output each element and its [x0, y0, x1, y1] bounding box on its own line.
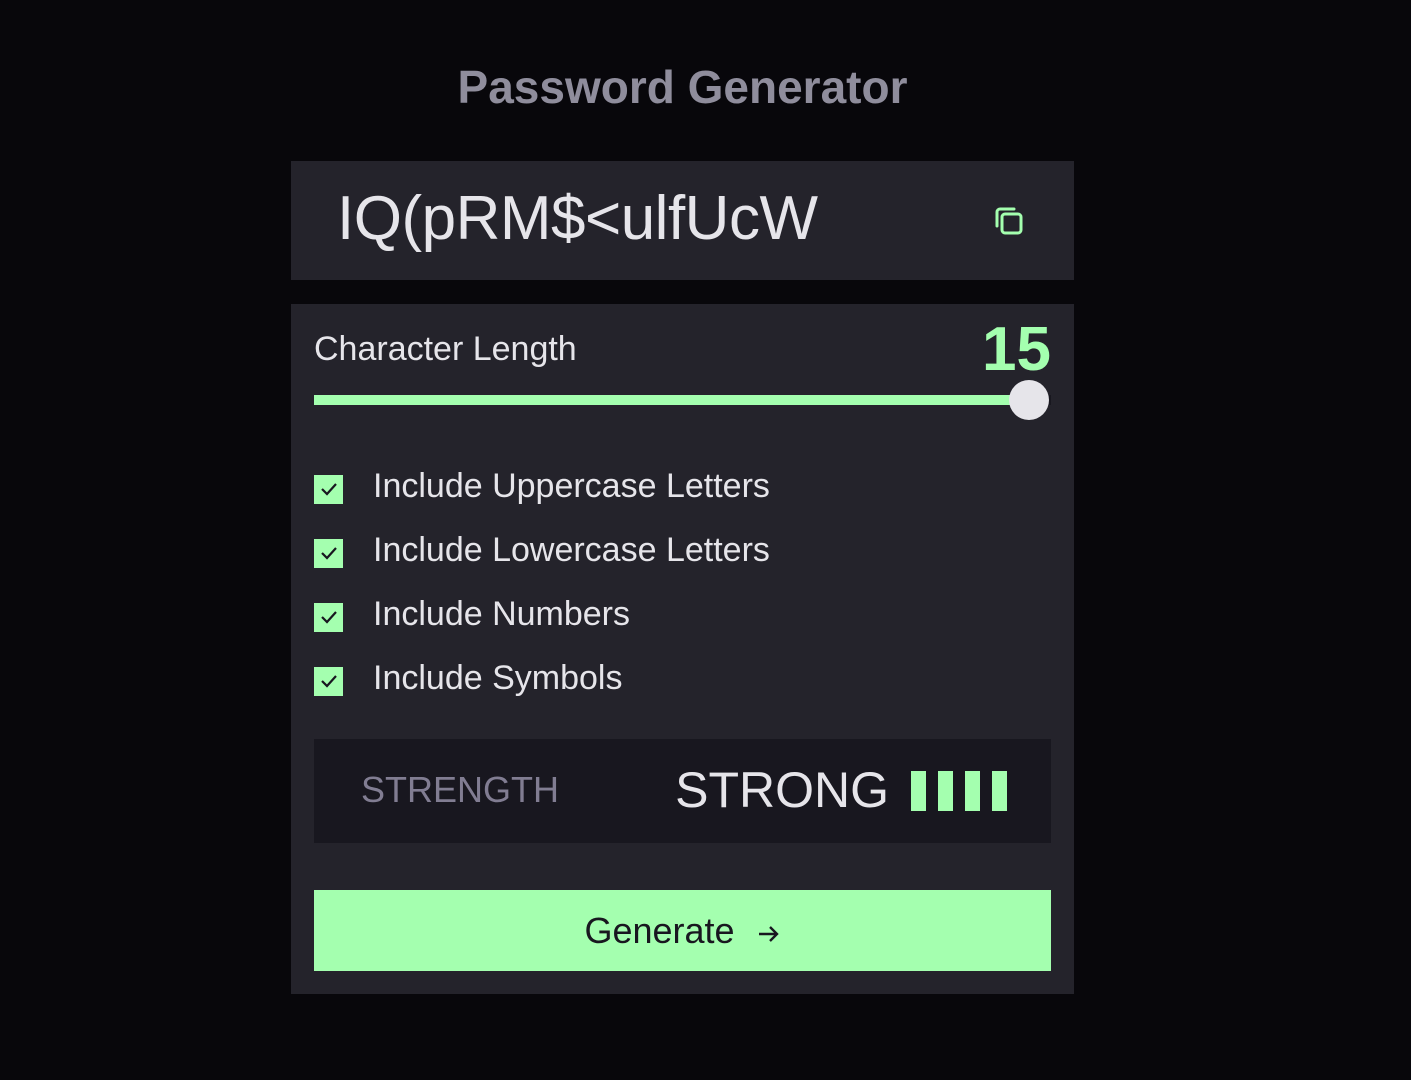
copy-button[interactable]: [991, 203, 1027, 239]
uppercase-checkbox[interactable]: [314, 474, 343, 504]
slider-fill: [314, 395, 1029, 405]
slider-thumb[interactable]: [1008, 380, 1049, 420]
strength-bar: [911, 771, 926, 811]
copy-icon: [995, 207, 1023, 235]
option-label: Include Symbols: [373, 658, 623, 697]
option-numbers[interactable]: Include Numbers: [314, 582, 770, 646]
numbers-checkbox[interactable]: [314, 602, 343, 632]
options-list: Include Uppercase Letters Include Lowerc…: [314, 454, 770, 710]
symbols-checkbox[interactable]: [314, 666, 343, 696]
check-icon: [320, 611, 337, 624]
password-output: IQ(pRM$<ulfUcW: [337, 184, 818, 253]
option-uppercase[interactable]: Include Uppercase Letters: [314, 454, 770, 518]
character-length-slider[interactable]: [314, 380, 1051, 420]
strength-bar: [992, 771, 1007, 811]
strength-label: STRENGTH: [361, 769, 559, 810]
option-label: Include Uppercase Letters: [373, 466, 770, 505]
option-symbols[interactable]: Include Symbols: [314, 646, 770, 710]
password-generator-app: Password Generator IQ(pRM$<ulfUcW Charac…: [0, 0, 1411, 1080]
option-label: Include Lowercase Letters: [373, 530, 770, 569]
lowercase-checkbox[interactable]: [314, 538, 343, 568]
check-icon: [320, 675, 337, 688]
settings-panel: Character Length 15 Include Uppercase Le…: [291, 304, 1074, 994]
strength-bar: [938, 771, 953, 811]
strength-value: STRONG: [675, 762, 889, 818]
strength-bar: [965, 771, 980, 811]
generate-label: Generate: [584, 909, 735, 951]
check-icon: [320, 483, 337, 496]
password-output-panel: IQ(pRM$<ulfUcW: [291, 161, 1074, 280]
character-length-value: 15: [982, 315, 1051, 384]
app-title: Password Generator: [457, 61, 908, 113]
character-length-label: Character Length: [314, 330, 577, 368]
generate-button[interactable]: Generate: [314, 890, 1051, 971]
strength-bars: [911, 771, 1007, 811]
check-icon: [320, 547, 337, 560]
arrow-right-icon: [758, 925, 779, 942]
option-label: Include Numbers: [373, 594, 631, 633]
option-lowercase[interactable]: Include Lowercase Letters: [314, 518, 770, 582]
strength-meter: STRENGTH STRONG: [314, 739, 1051, 843]
